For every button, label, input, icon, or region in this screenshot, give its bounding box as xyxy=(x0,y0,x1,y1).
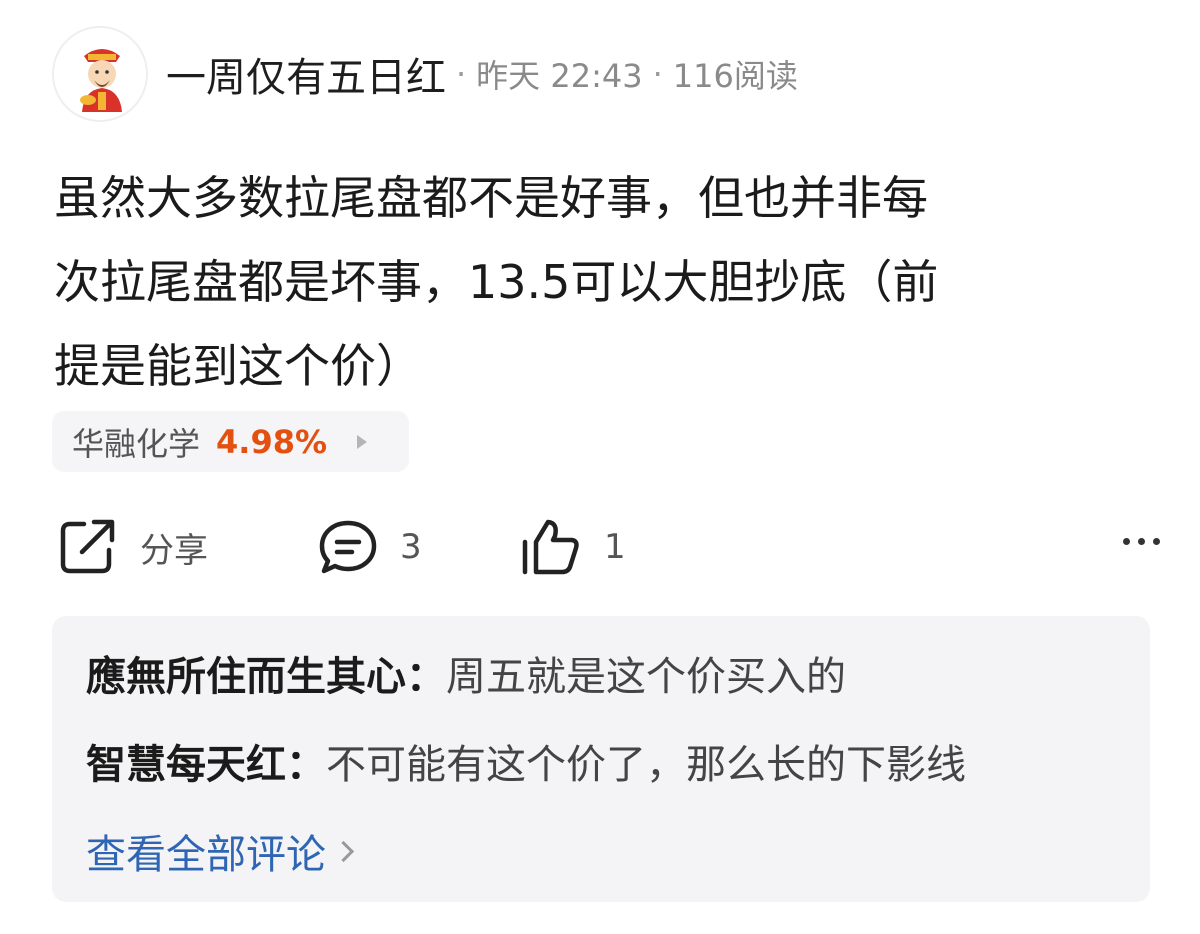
meta-separator: · xyxy=(456,55,467,93)
author-name[interactable]: 一周仅有五日红 xyxy=(166,45,446,103)
comment-user[interactable]: 智慧每天红 xyxy=(86,742,286,788)
avatar-mascot-icon xyxy=(54,28,146,120)
share-label: 分享 xyxy=(140,530,208,571)
post-time: 昨天 22:43 xyxy=(476,57,643,95)
comment-count: 3 xyxy=(400,527,422,567)
comment-item[interactable]: 智慧每天红：不可能有这个价了，那么长的下影线 xyxy=(86,732,966,790)
view-all-label: 查看全部评论 xyxy=(86,832,326,878)
comment-icon xyxy=(319,520,377,574)
like-count: 1 xyxy=(604,527,626,567)
comment-text: 周五就是这个价买入的 xyxy=(446,654,846,700)
comment-preview-box[interactable]: 應無所住而生其心：周五就是这个价买入的 智慧每天红：不可能有这个价了，那么长的下… xyxy=(52,616,1150,902)
share-button[interactable]: 分享 xyxy=(58,518,208,576)
chevron-right-icon xyxy=(332,840,355,862)
like-button[interactable]: 1 xyxy=(520,518,626,576)
stock-name: 华融化学 xyxy=(72,424,201,463)
comment-text: 不可能有这个价了，那么长的下影线 xyxy=(326,742,966,788)
comment-user[interactable]: 應無所住而生其心 xyxy=(86,654,406,700)
share-icon xyxy=(60,519,115,574)
play-arrow-icon xyxy=(357,434,368,449)
author-avatar[interactable] xyxy=(52,26,148,122)
more-dot xyxy=(1138,538,1145,545)
stock-tag[interactable]: 华融化学 4.98% xyxy=(52,411,409,472)
post-content[interactable]: 虽然大多数拉尾盘都不是好事，但也并非每 次拉尾盘都是坏事，13.5可以大胆抄底（… xyxy=(54,156,1164,408)
read-count: 116阅读 xyxy=(672,57,798,95)
meta-separator: · xyxy=(652,55,663,93)
comment-separator: ： xyxy=(286,742,326,788)
like-icon xyxy=(522,519,579,575)
comment-separator: ： xyxy=(406,654,446,700)
stock-change: 4.98% xyxy=(216,422,328,461)
comment-item[interactable]: 應無所住而生其心：周五就是这个价买入的 xyxy=(86,644,846,702)
view-all-comments-link[interactable]: 查看全部评论 xyxy=(86,822,355,880)
post-header: 一周仅有五日红 · 昨天 22:43 · 116阅读 xyxy=(166,46,798,102)
more-dot xyxy=(1153,538,1160,545)
more-dot xyxy=(1123,538,1130,545)
more-icon[interactable] xyxy=(1123,538,1160,545)
comment-button[interactable]: 3 xyxy=(318,518,422,576)
